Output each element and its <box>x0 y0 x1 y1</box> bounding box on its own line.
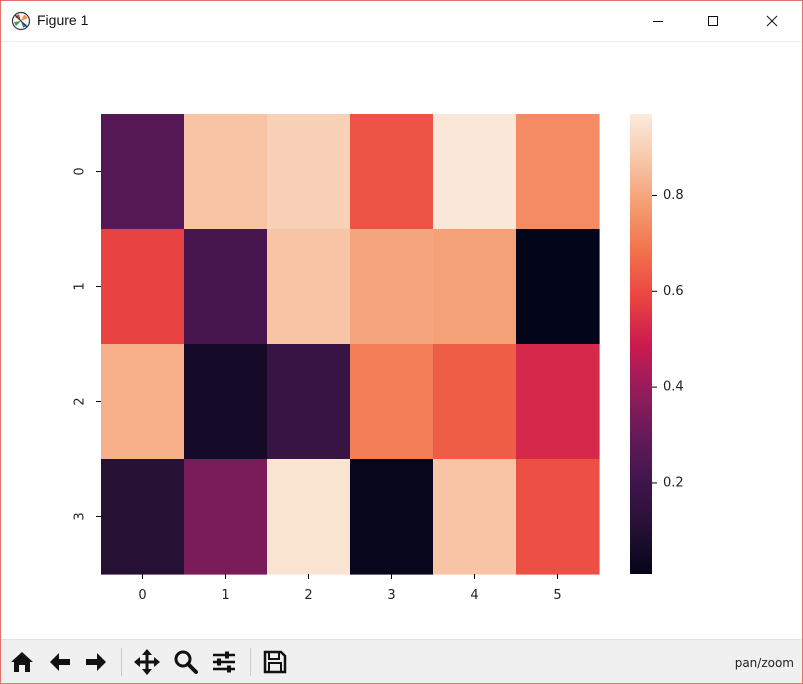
heatmap-cell <box>267 229 351 345</box>
pan-button[interactable] <box>132 646 162 678</box>
heatmap-cells <box>101 114 600 575</box>
minimize-button[interactable] <box>632 1 684 41</box>
minimize-icon <box>653 21 663 22</box>
y-tick-label: 3 <box>73 512 88 520</box>
window-title: Figure 1 <box>37 12 89 28</box>
x-axis: 0 1 2 3 4 5 <box>138 574 562 603</box>
configure-subplots-icon <box>213 651 235 673</box>
configure-subplots-button[interactable] <box>209 646 239 678</box>
close-icon <box>766 15 778 27</box>
heatmap-cell <box>516 344 600 460</box>
heatmap-cell <box>350 229 434 345</box>
heatmap-cell <box>350 114 434 230</box>
y-tick-label: 2 <box>73 397 88 405</box>
save-button[interactable] <box>260 646 290 678</box>
colorbar-tick-label: 0.4 <box>663 380 684 395</box>
heatmap-cell <box>101 344 185 460</box>
matplotlib-logo-icon <box>11 11 31 31</box>
x-tick-label: 5 <box>553 588 561 603</box>
heatmap-cell <box>184 114 268 230</box>
heatmap-cell <box>516 459 600 575</box>
zoom-button[interactable] <box>171 646 201 678</box>
heatmap-cell <box>433 344 517 460</box>
figure-canvas[interactable]: 0 1 2 3 4 5 0 1 2 3 0.2 0.4 0.6 0.8 <box>1 42 802 639</box>
title-bar[interactable]: Figure 1 <box>1 1 802 42</box>
y-tick-label: 1 <box>73 282 88 290</box>
heatmap-cell <box>433 459 517 575</box>
home-icon <box>11 652 33 672</box>
toolbar-status: pan/zoom <box>734 656 794 670</box>
forward-icon <box>86 653 106 671</box>
navigation-toolbar: pan/zoom <box>1 639 802 683</box>
figure-window: Figure 1 0 1 2 3 4 5 0 1 2 3 0.2 0.4 0.6 0.8 pan… <box>0 0 803 684</box>
heatmap-chart[interactable]: 0 1 2 3 4 5 0 1 2 3 0.2 0.4 0.6 0.8 <box>1 42 802 639</box>
heatmap-cell <box>101 114 185 230</box>
heatmap-cell <box>184 459 268 575</box>
heatmap-cell <box>433 229 517 345</box>
colorbar-tick-label: 0.8 <box>663 188 684 203</box>
heatmap-cell <box>350 344 434 460</box>
heatmap-cell <box>101 229 185 345</box>
heatmap-cell <box>184 229 268 345</box>
back-icon <box>50 653 70 671</box>
maximize-button[interactable] <box>687 1 739 41</box>
x-tick-label: 1 <box>221 588 229 603</box>
colorbar-axis: 0.2 0.4 0.6 0.8 <box>652 188 684 490</box>
x-tick-label: 4 <box>470 588 478 603</box>
x-tick-label: 0 <box>138 588 146 603</box>
save-icon <box>263 650 287 674</box>
colorbar-tick-label: 0.2 <box>663 475 684 490</box>
home-button[interactable] <box>7 646 37 678</box>
heatmap-cell <box>101 459 185 575</box>
maximize-icon <box>708 16 718 26</box>
heatmap-cell <box>433 114 517 230</box>
close-button[interactable] <box>746 1 798 41</box>
forward-button[interactable] <box>81 646 111 678</box>
toolbar-separator <box>250 648 251 676</box>
toolbar-separator <box>121 648 122 676</box>
heatmap-cell <box>516 229 600 345</box>
x-tick-label: 3 <box>387 588 395 603</box>
zoom-icon <box>174 650 198 674</box>
pan-icon <box>134 649 160 675</box>
heatmap-cell <box>184 344 268 460</box>
y-tick-label: 0 <box>73 167 88 175</box>
heatmap-cell <box>267 459 351 575</box>
heatmap-cell <box>350 459 434 575</box>
colorbar-tick-label: 0.6 <box>663 284 684 299</box>
back-button[interactable] <box>45 646 75 678</box>
y-axis: 0 1 2 3 <box>73 167 101 521</box>
x-tick-label: 2 <box>304 588 312 603</box>
heatmap-cell <box>267 114 351 230</box>
heatmap-cell <box>516 114 600 230</box>
colorbar <box>630 114 652 574</box>
heatmap-cell <box>267 344 351 460</box>
